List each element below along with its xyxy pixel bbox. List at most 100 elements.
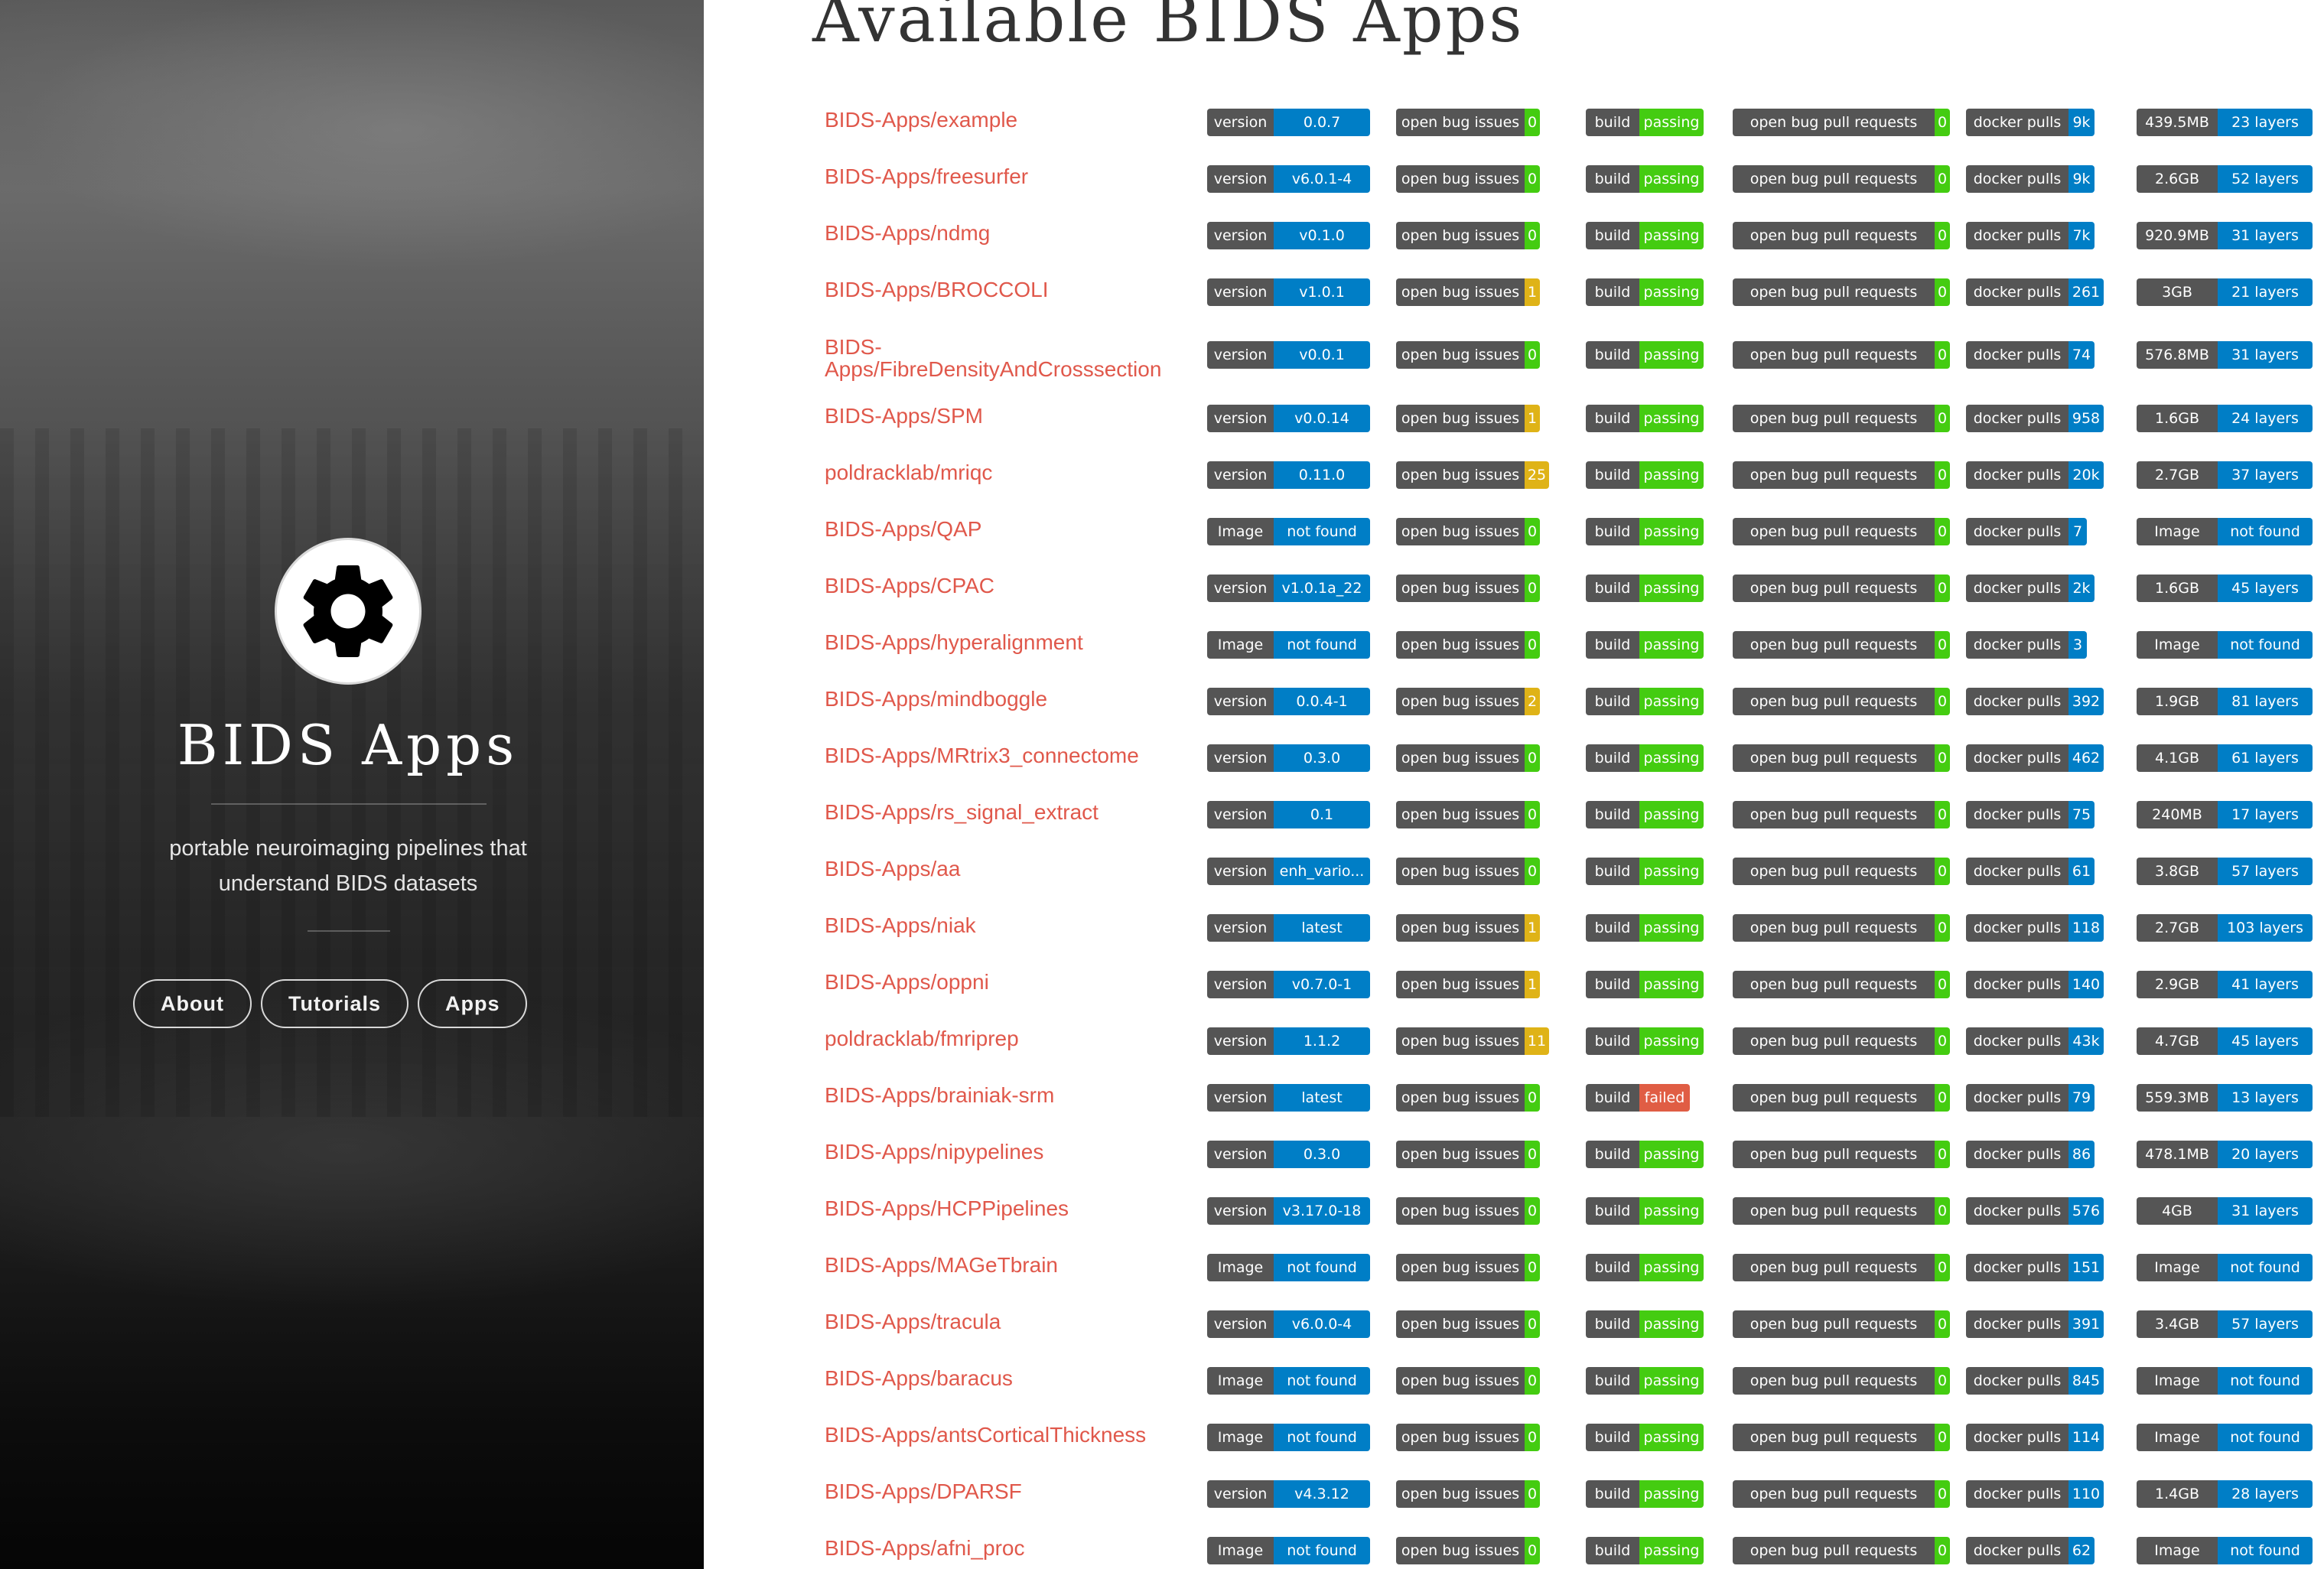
open-bug-pull-requests-badge[interactable]: open bug pull requests 0 [1733,858,1950,885]
image-size-badge[interactable]: Image not found [2137,1537,2313,1564]
open-bug-issues-badge[interactable]: open bug issues 1 [1396,971,1540,998]
open-bug-issues-badge[interactable]: open bug issues 1 [1396,405,1540,432]
version-badge[interactable]: version 0.3.0 [1207,1141,1370,1168]
open-bug-issues-badge[interactable]: open bug issues 0 [1396,1310,1540,1338]
app-link[interactable]: BIDS-Apps/tracula [825,1310,1192,1333]
version-badge[interactable]: version 0.3.0 [1207,744,1370,772]
gear-logo-icon[interactable] [277,540,419,682]
version-badge[interactable]: version enh_vario... [1207,858,1370,885]
open-bug-issues-badge[interactable]: open bug issues 0 [1396,631,1540,659]
image-size-badge[interactable]: 240MB 17 layers [2137,801,2313,828]
docker-pulls-badge[interactable]: docker pulls 391 [1966,1310,2104,1338]
open-bug-issues-badge[interactable]: open bug issues 0 [1396,1141,1540,1168]
open-bug-issues-badge[interactable]: open bug issues 0 [1396,109,1540,136]
docker-pulls-badge[interactable]: docker pulls 140 [1966,971,2104,998]
docker-pulls-badge[interactable]: docker pulls 392 [1966,688,2104,715]
docker-pulls-badge[interactable]: docker pulls 62 [1966,1537,2095,1564]
app-link[interactable]: BIDS-Apps/brainiak-srm [825,1084,1192,1106]
version-badge[interactable]: version latest [1207,1084,1370,1112]
docker-pulls-badge[interactable]: docker pulls 20k [1966,461,2104,489]
image-size-badge[interactable]: 4GB 31 layers [2137,1197,2313,1225]
open-bug-issues-badge[interactable]: open bug issues 11 [1396,1027,1549,1055]
open-bug-pull-requests-badge[interactable]: open bug pull requests 0 [1733,1310,1950,1338]
app-link[interactable]: BIDS-Apps/SPM [825,405,1192,427]
docker-pulls-badge[interactable]: docker pulls 43k [1966,1027,2104,1055]
nav-about-button[interactable]: About [133,979,252,1028]
version-badge[interactable]: version v3.17.0-18 [1207,1197,1370,1225]
open-bug-pull-requests-badge[interactable]: open bug pull requests 0 [1733,518,1950,545]
app-link[interactable]: BIDS-Apps/MRtrix3_connectome [825,744,1192,767]
app-link[interactable]: BIDS-Apps/hyperalignment [825,631,1192,653]
open-bug-pull-requests-badge[interactable]: open bug pull requests 0 [1733,1084,1950,1112]
image-size-badge[interactable]: 1.9GB 81 layers [2137,688,2313,715]
docker-pulls-badge[interactable]: docker pulls 2k [1966,575,2095,602]
build-status-badge[interactable]: build passing [1586,165,1704,193]
image-size-badge[interactable]: Image not found [2137,518,2313,545]
image-size-badge[interactable]: 3.8GB 57 layers [2137,858,2313,885]
app-link[interactable]: BIDS-Apps/nipypelines [825,1141,1192,1163]
docker-pulls-badge[interactable]: docker pulls 576 [1966,1197,2104,1225]
image-size-badge[interactable]: Image not found [2137,1424,2313,1451]
app-link[interactable]: BIDS-Apps/BROCCOLI [825,278,1192,301]
version-badge[interactable]: version v1.0.1 [1207,278,1370,306]
build-status-badge[interactable]: build passing [1586,341,1704,369]
image-size-badge[interactable]: 478.1MB 20 layers [2137,1141,2313,1168]
image-size-badge[interactable]: 2.9GB 41 layers [2137,971,2313,998]
open-bug-pull-requests-badge[interactable]: open bug pull requests 0 [1733,1480,1950,1508]
nav-apps-button[interactable]: Apps [417,979,528,1028]
build-status-badge[interactable]: build passing [1586,575,1704,602]
image-size-badge[interactable]: Image not found [2137,631,2313,659]
version-badge[interactable]: version v0.7.0-1 [1207,971,1370,998]
docker-pulls-badge[interactable]: docker pulls 9k [1966,165,2095,193]
image-size-badge[interactable]: 1.6GB 45 layers [2137,575,2313,602]
build-status-badge[interactable]: build passing [1586,744,1704,772]
version-badge[interactable]: version 0.11.0 [1207,461,1370,489]
app-link[interactable]: BIDS-Apps/ndmg [825,222,1192,244]
open-bug-issues-badge[interactable]: open bug issues 0 [1396,575,1540,602]
open-bug-issues-badge[interactable]: open bug issues 0 [1396,1480,1540,1508]
open-bug-issues-badge[interactable]: open bug issues 0 [1396,1537,1540,1564]
docker-pulls-badge[interactable]: docker pulls 3 [1966,631,2087,659]
open-bug-pull-requests-badge[interactable]: open bug pull requests 0 [1733,461,1950,489]
open-bug-pull-requests-badge[interactable]: open bug pull requests 0 [1733,1027,1950,1055]
version-badge[interactable]: version v0.0.1 [1207,341,1370,369]
version-badge[interactable]: version 1.1.2 [1207,1027,1370,1055]
image-size-badge[interactable]: 920.9MB 31 layers [2137,222,2313,249]
build-status-badge[interactable]: build passing [1586,688,1704,715]
build-status-badge[interactable]: build passing [1586,1310,1704,1338]
open-bug-issues-badge[interactable]: open bug issues 0 [1396,1197,1540,1225]
version-badge[interactable]: version 0.0.7 [1207,109,1370,136]
open-bug-issues-badge[interactable]: open bug issues 0 [1396,341,1540,369]
build-status-badge[interactable]: build passing [1586,222,1704,249]
open-bug-issues-badge[interactable]: open bug issues 0 [1396,165,1540,193]
docker-pulls-badge[interactable]: docker pulls 110 [1966,1480,2104,1508]
open-bug-pull-requests-badge[interactable]: open bug pull requests 0 [1733,1537,1950,1564]
open-bug-issues-badge[interactable]: open bug issues 0 [1396,1254,1540,1281]
docker-pulls-badge[interactable]: docker pulls 61 [1966,858,2095,885]
build-status-badge[interactable]: build passing [1586,518,1704,545]
open-bug-issues-badge[interactable]: open bug issues 0 [1396,801,1540,828]
docker-pulls-badge[interactable]: docker pulls 79 [1966,1084,2095,1112]
build-status-badge[interactable]: build passing [1586,1480,1704,1508]
open-bug-pull-requests-badge[interactable]: open bug pull requests 0 [1733,1254,1950,1281]
build-status-badge[interactable]: build passing [1586,405,1704,432]
open-bug-pull-requests-badge[interactable]: open bug pull requests 0 [1733,971,1950,998]
open-bug-issues-badge[interactable]: open bug issues 1 [1396,914,1540,942]
open-bug-issues-badge[interactable]: open bug issues 0 [1396,1367,1540,1395]
app-link[interactable]: BIDS-Apps/mindboggle [825,688,1192,710]
build-status-badge[interactable]: build failed [1586,1084,1690,1112]
image-size-badge[interactable]: 559.3MB 13 layers [2137,1084,2313,1112]
app-link[interactable]: BIDS-Apps/niak [825,914,1192,936]
docker-pulls-badge[interactable]: docker pulls 845 [1966,1367,2104,1395]
docker-pulls-badge[interactable]: docker pulls 151 [1966,1254,2104,1281]
open-bug-issues-badge[interactable]: open bug issues 25 [1396,461,1549,489]
image-size-badge[interactable]: 576.8MB 31 layers [2137,341,2313,369]
docker-pulls-badge[interactable]: docker pulls 75 [1966,801,2095,828]
version-badge[interactable]: version v1.0.1a_22 [1207,575,1370,602]
build-status-badge[interactable]: build passing [1586,109,1704,136]
build-status-badge[interactable]: build passing [1586,914,1704,942]
build-status-badge[interactable]: build passing [1586,971,1704,998]
app-link[interactable]: BIDS-Apps/aa [825,858,1192,880]
image-size-badge[interactable]: 3.4GB 57 layers [2137,1310,2313,1338]
image-size-badge[interactable]: 2.6GB 52 layers [2137,165,2313,193]
